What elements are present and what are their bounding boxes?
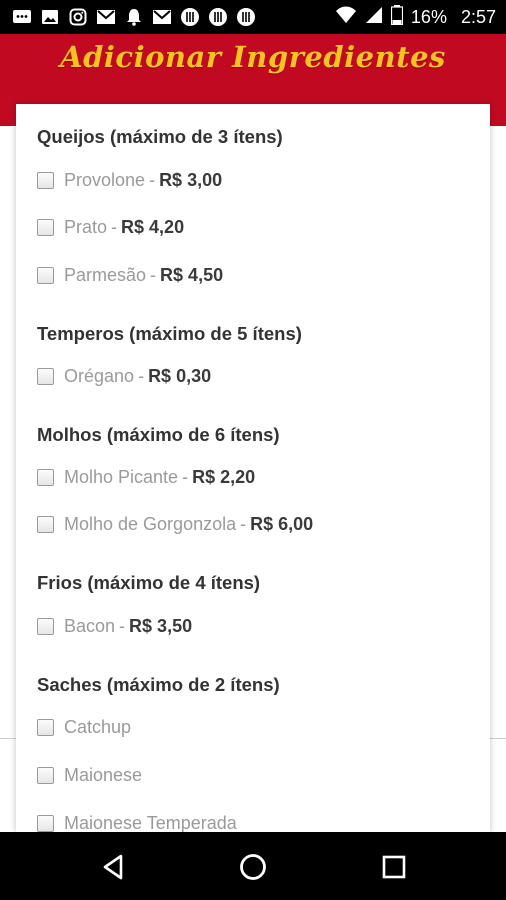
checkbox[interactable] (37, 468, 54, 486)
option-maionese[interactable]: Maionese (37, 762, 142, 788)
group-title-queijos: Queijos (máximo de 3 ítens) (37, 126, 283, 147)
option-price: R$ 4,50 (160, 264, 224, 285)
ingredients-card: Queijos (máximo de 3 ítens) Provolone - … (16, 104, 490, 832)
option-provolone[interactable]: Provolone - R$ 3,00 (37, 167, 222, 193)
checkbox[interactable] (37, 814, 54, 832)
option-parmesao[interactable]: Parmesão - R$ 4,50 (37, 262, 223, 288)
option-catchup[interactable]: Catchup (37, 714, 131, 740)
status-bar-system: 16% 2:57 (335, 5, 496, 30)
option-name: Maionese Temperada (64, 812, 237, 833)
checkbox[interactable] (37, 766, 54, 784)
gmail-icon (96, 8, 116, 26)
option-name: Catchup (64, 716, 132, 737)
checkbox[interactable] (37, 266, 54, 284)
option-name: Provolone (64, 169, 146, 190)
option-price: R$ 3,00 (159, 169, 223, 190)
option-prato[interactable]: Prato - R$ 4,20 (37, 214, 184, 240)
signal-icon (365, 6, 383, 29)
group-title-molhos: Molhos (máximo de 6 ítens) (37, 424, 280, 445)
back-icon[interactable] (96, 850, 130, 884)
checkbox[interactable] (37, 367, 54, 385)
price-separator: - (119, 615, 126, 636)
price-separator: - (150, 264, 157, 285)
price-separator: - (111, 216, 118, 237)
image-icon (40, 8, 60, 26)
option-name: Orégano (64, 365, 135, 386)
option-name: Molho Picante (64, 466, 179, 487)
price-separator: - (138, 365, 145, 386)
option-price: R$ 3,50 (129, 615, 193, 636)
status-bar: 16% 2:57 (0, 0, 506, 34)
recents-icon[interactable] (377, 850, 411, 884)
group-title-saches: Saches (máximo de 2 ítens) (37, 674, 280, 695)
option-price: R$ 4,20 (121, 216, 185, 237)
checkbox[interactable] (37, 617, 54, 635)
wifi-icon (335, 6, 357, 29)
messages-icon (12, 8, 32, 26)
option-price: R$ 2,20 (192, 466, 256, 487)
gmail-icon (152, 8, 172, 26)
price-separator: - (149, 169, 156, 190)
navigation-bar (0, 832, 506, 900)
page-title: Adicionar Ingredientes (60, 40, 446, 74)
option-price: R$ 0,30 (148, 365, 212, 386)
option-price: R$ 6,00 (250, 513, 314, 534)
price-separator: - (240, 513, 247, 534)
home-icon[interactable] (236, 850, 270, 884)
app-icon (208, 8, 228, 26)
status-bar-notifications (12, 8, 256, 26)
price-separator: - (182, 466, 189, 487)
instagram-icon (68, 8, 88, 26)
option-bacon[interactable]: Bacon - R$ 3,50 (37, 613, 192, 639)
option-name: Bacon (64, 615, 116, 636)
notification-bell-icon (124, 8, 144, 26)
checkbox[interactable] (37, 515, 54, 533)
option-molho-picante[interactable]: Molho Picante - R$ 2,20 (37, 464, 255, 490)
option-molho-gorgonzola[interactable]: Molho de Gorgonzola - R$ 6,00 (37, 511, 313, 537)
clock: 2:57 (460, 7, 496, 27)
option-name: Molho de Gorgonzola (64, 513, 237, 534)
option-oregano[interactable]: Orégano - R$ 0,30 (37, 363, 211, 389)
option-maionese-temperada[interactable]: Maionese Temperada (37, 810, 237, 832)
group-title-temperos: Temperos (máximo de 5 ítens) (37, 323, 302, 344)
checkbox[interactable] (37, 718, 54, 736)
app-icon (236, 8, 256, 26)
option-name: Parmesão (64, 264, 147, 285)
battery-percent: 16% (410, 7, 447, 27)
option-name: Prato (64, 216, 108, 237)
option-name: Maionese (64, 764, 143, 785)
group-title-frios: Frios (máximo de 4 ítens) (37, 572, 261, 593)
checkbox[interactable] (37, 218, 54, 236)
app-icon (180, 8, 200, 26)
battery-icon (390, 5, 404, 30)
checkbox[interactable] (37, 171, 54, 189)
